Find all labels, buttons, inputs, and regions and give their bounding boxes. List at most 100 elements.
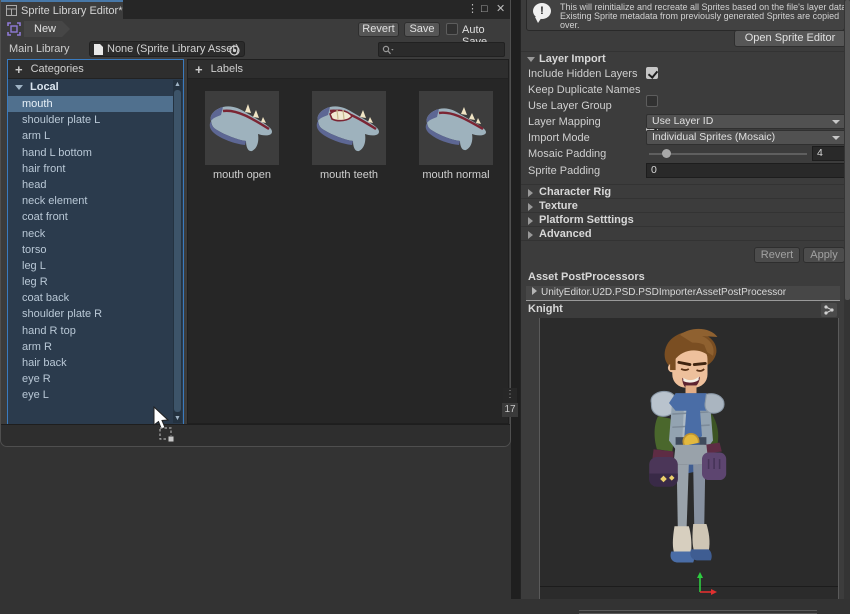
tab-sprite-library-editor[interactable]: Sprite Library Editor*: [1, 0, 123, 19]
importer-revert-button[interactable]: Revert: [754, 247, 800, 263]
categories-scrollbar[interactable]: ▲ ▼: [173, 80, 182, 423]
category-item[interactable]: hair back: [8, 355, 173, 371]
category-item[interactable]: shoulder plate L: [8, 112, 173, 128]
mouth-teeth-sprite: [312, 91, 386, 165]
tab-title: Sprite Library Editor*: [21, 5, 123, 17]
foldout-closed-icon: [528, 189, 533, 197]
knight-character: [636, 326, 746, 578]
category-item[interactable]: mouth: [8, 96, 173, 112]
foldout-open-icon: [15, 85, 23, 90]
revert-button[interactable]: Revert: [358, 22, 399, 37]
category-item[interactable]: torso: [8, 242, 173, 258]
categories-title: Categories: [31, 63, 84, 75]
category-item[interactable]: eye R: [8, 371, 173, 387]
search-input[interactable]: [378, 42, 505, 57]
category-item[interactable]: arm R: [8, 339, 173, 355]
prop-label: Mosaic Padding: [528, 147, 606, 161]
texture-foldout[interactable]: Texture: [521, 198, 845, 213]
labels-header: + Labels: [188, 60, 508, 79]
preview-title: Knight: [528, 303, 563, 315]
main-library-value: None (Sprite Library Asset): [107, 43, 239, 55]
sprite-library-editor-window: Sprite Library Editor* ⋮ □ ✕ New Revert …: [0, 0, 511, 447]
mosaic-padding-value[interactable]: 4: [812, 146, 846, 161]
inspector-scrollbar[interactable]: [844, 0, 850, 599]
slider-thumb[interactable]: [662, 149, 671, 158]
mosaic-padding-slider[interactable]: [649, 153, 807, 155]
collapsed-panel-handle-icon[interactable]: ⋮: [503, 388, 517, 403]
layer-mapping-dropdown[interactable]: Use Layer ID: [646, 114, 846, 129]
category-item[interactable]: hair front: [8, 161, 173, 177]
sprite-thumbnail[interactable]: [419, 91, 493, 165]
category-item[interactable]: head: [8, 177, 173, 193]
category-item[interactable]: arm L: [8, 128, 173, 144]
foldout-open-icon: [527, 57, 535, 62]
sprite-thumbnail[interactable]: [205, 91, 279, 165]
labels-title: Labels: [211, 63, 243, 75]
skeleton-joint-icon[interactable]: [821, 303, 837, 317]
inspector-panel: ! This will reinitialize and recreate al…: [520, 0, 850, 599]
sprite-thumbnail[interactable]: [312, 91, 386, 165]
importer-apply-button[interactable]: Apply: [803, 247, 845, 263]
mouth-open-sprite: [205, 91, 279, 165]
prop-label: Use Layer Group: [528, 99, 612, 113]
sprite-card-mouth-teeth[interactable]: mouth teeth: [312, 91, 386, 181]
import-mode-dropdown[interactable]: Individual Sprites (Mosaic): [646, 130, 846, 145]
sprite-library-icon: [6, 5, 17, 16]
add-label-icon[interactable]: +: [195, 62, 203, 77]
preview-header-separator[interactable]: [579, 610, 817, 614]
foldout-closed-icon: [532, 287, 537, 295]
window-menu-icon[interactable]: ⋮: [467, 1, 478, 18]
object-picker-icon[interactable]: [229, 45, 240, 56]
prop-label: Sprite Padding: [528, 164, 600, 178]
help-box: ! This will reinitialize and recreate al…: [526, 0, 845, 31]
sprite-label: mouth teeth: [312, 169, 386, 181]
sprite-asset-icon: [7, 22, 21, 36]
category-item[interactable]: neck: [8, 226, 173, 242]
category-item[interactable]: neck element: [8, 193, 173, 209]
platform-settings-foldout[interactable]: Platform Setttings: [521, 212, 845, 227]
sprite-label: mouth open: [205, 169, 279, 181]
main-library-object-field[interactable]: None (Sprite Library Asset): [89, 41, 245, 57]
mouth-normal-sprite: [419, 91, 493, 165]
scrollbar-thumb[interactable]: [845, 0, 850, 300]
sprite-card-mouth-normal[interactable]: mouth normal: [419, 91, 493, 181]
foldout-closed-icon: [528, 203, 533, 211]
save-button[interactable]: Save: [404, 22, 440, 37]
preview-header: Knight ⋮: [521, 302, 845, 318]
open-sprite-editor-button[interactable]: Open Sprite Editor: [734, 30, 846, 47]
postprocessor-item[interactable]: UnityEditor.U2D.PSD.PSDImporterAssetPost…: [526, 286, 840, 301]
bottom-bar: [1, 424, 510, 446]
maximize-icon[interactable]: □: [481, 1, 488, 18]
scroll-up-icon[interactable]: ▲: [173, 81, 182, 88]
category-item[interactable]: coat front: [8, 209, 173, 225]
scrollbar-thumb[interactable]: [174, 90, 181, 412]
category-item[interactable]: eye L: [8, 387, 173, 403]
window-divider[interactable]: [511, 0, 520, 599]
category-item[interactable]: hand R top: [8, 323, 173, 339]
tab-strip: Sprite Library Editor* ⋮ □ ✕: [1, 0, 510, 19]
category-item[interactable]: leg R: [8, 274, 173, 290]
add-category-icon[interactable]: +: [15, 62, 23, 77]
labels-panel: + Labels mouth open: [187, 59, 509, 424]
collapsed-panel-badge: 17: [502, 403, 518, 417]
category-item[interactable]: leg L: [8, 258, 173, 274]
category-group-local[interactable]: Local: [8, 79, 173, 96]
auto-save-checkbox[interactable]: [446, 23, 458, 35]
category-item[interactable]: shoulder plate R: [8, 306, 173, 322]
sprite-padding-field[interactable]: 0: [646, 163, 846, 178]
close-icon[interactable]: ✕: [496, 1, 505, 18]
character-preview[interactable]: [539, 318, 839, 599]
character-rig-foldout[interactable]: Character Rig: [521, 184, 845, 199]
help-text: Existing Sprite metadata from previously…: [560, 11, 839, 21]
category-item[interactable]: coat back: [8, 290, 173, 306]
advanced-foldout[interactable]: Advanced: [521, 226, 845, 241]
layer-import-foldout[interactable]: Layer Import: [521, 51, 845, 66]
sprite-card-mouth-open[interactable]: mouth open: [205, 91, 279, 181]
include-hidden-layers-checkbox[interactable]: [646, 67, 658, 79]
keep-duplicate-names-checkbox[interactable]: [646, 95, 658, 107]
categories-header: + Categories: [8, 60, 183, 79]
foldout-closed-icon: [528, 231, 533, 239]
breadcrumb-new[interactable]: New: [24, 21, 70, 37]
category-item[interactable]: hand L bottom: [8, 145, 173, 161]
mouse-drag-cursor: [146, 406, 180, 446]
